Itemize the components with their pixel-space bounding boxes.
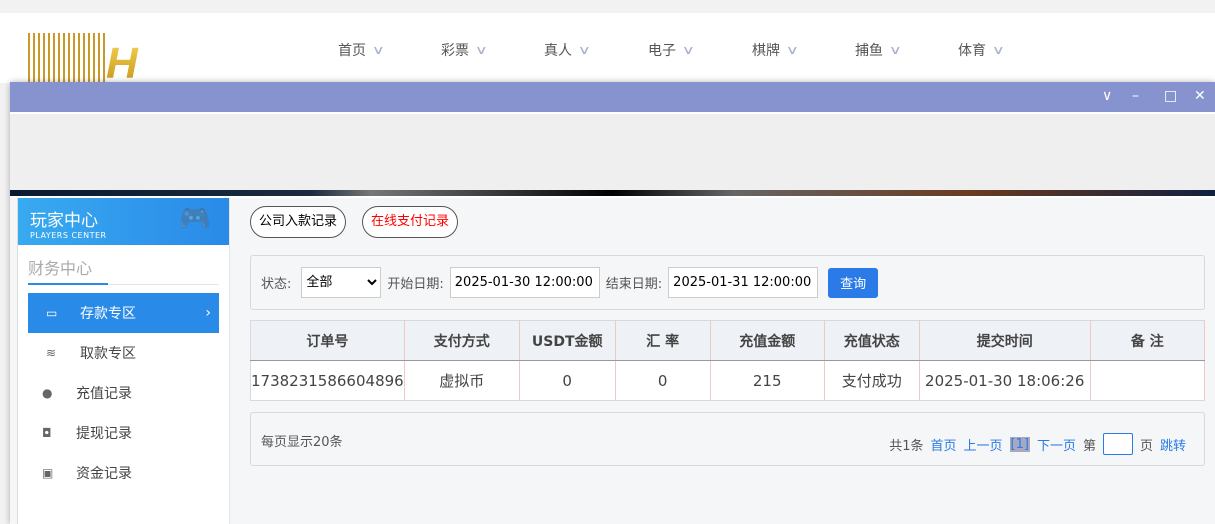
window-body: 玩家中心 PLAYERS CENTER 🎮 财务中心 ▭ 存款专区 › ≋ 取款专区 …: [10, 198, 1215, 524]
column-header: 订单号: [250, 320, 405, 361]
nav-label: 棋牌: [752, 43, 780, 59]
player-center-window: ∨ – □ ✕ 玩家中心 PLAYERS CENTER 🎮 财务中心 ▭ 存款专区…: [10, 82, 1215, 524]
money-bag-icon: ●: [42, 386, 53, 400]
exchange-rate: 0: [615, 360, 711, 401]
recharge-status: 支付成功: [824, 360, 920, 401]
nav-item-sports[interactable]: 体育 ∨: [958, 40, 1005, 60]
nav-label: 电子: [648, 43, 676, 59]
nav-label: 首页: [338, 43, 366, 59]
table-row: 1738231586604896 虚拟币 0 0 215 支付成功 2025-0…: [250, 360, 1206, 401]
chevron-right-icon: ›: [205, 305, 211, 321]
sidebar-item-label: 充值记录: [76, 386, 132, 402]
nav-item-live[interactable]: 真人 ∨: [544, 40, 591, 60]
nav-label: 彩票: [441, 43, 469, 59]
gamepad-icon: 🎮: [178, 204, 211, 234]
column-header: 提交时间: [919, 320, 1091, 361]
jump-link[interactable]: 跳转: [1160, 435, 1186, 454]
end-date-label: 结束日期:: [605, 277, 663, 292]
sidebar-item-recharge-records[interactable]: ● 充值记录: [28, 373, 219, 413]
table-header-row: 订单号 支付方式 USDT金额 汇 率 充值金额 充值状态 提交时间 备 注: [250, 320, 1206, 361]
maximize-icon[interactable]: □: [1164, 88, 1177, 104]
column-header: 汇 率: [615, 320, 711, 361]
prev-page-link[interactable]: 上一页: [964, 435, 1003, 454]
close-icon[interactable]: ✕: [1194, 88, 1206, 104]
chevron-down-icon: ∨: [888, 43, 902, 57]
minimize-icon[interactable]: –: [1132, 88, 1139, 104]
per-page-text: 每页显示20条: [261, 435, 343, 450]
current-page[interactable]: [1]: [1009, 436, 1030, 452]
total-count: 共1条: [889, 438, 924, 454]
chevron-down-icon: ∨: [991, 43, 1005, 57]
column-header: 备 注: [1090, 320, 1206, 361]
end-date-input[interactable]: [668, 267, 819, 298]
tab-online-payment-records[interactable]: 在线支付记录: [362, 206, 459, 238]
sidebar-item-fund-records[interactable]: ▣ 资金记录: [28, 453, 219, 493]
nav-item-slots[interactable]: 电子 ∨: [648, 40, 695, 60]
nav-item-fishing[interactable]: 捕鱼 ∨: [855, 40, 902, 60]
sidebar-item-label: 存款专区: [80, 306, 136, 322]
section-title: 财务中心: [28, 255, 219, 285]
nav-label: 真人: [544, 43, 572, 59]
sidebar-header: 玩家中心 PLAYERS CENTER 🎮: [18, 198, 229, 245]
page-suffix: 页: [1139, 438, 1153, 454]
card-icon: ▭: [46, 306, 58, 320]
page-prefix: 第: [1082, 438, 1096, 454]
sidebar-item-withdraw[interactable]: ≋ 取款专区: [28, 333, 219, 373]
usdt-amount: 0: [519, 360, 616, 401]
section-label: 财务中心: [28, 259, 93, 278]
recharge-amount: 215: [710, 360, 825, 401]
banner-area: [10, 112, 1215, 190]
payment-method: 虚拟币: [404, 360, 520, 401]
column-header: USDT金额: [519, 320, 616, 361]
order-number: 1738231586604896: [250, 360, 405, 401]
next-page-link[interactable]: 下一页: [1037, 435, 1076, 454]
sidebar-item-label: 取款专区: [80, 346, 136, 362]
sidebar-item-label: 提现记录: [76, 426, 132, 442]
chevron-down-icon: ∨: [681, 43, 695, 57]
sidebar-item-withdraw-records[interactable]: ◘ 提现记录: [28, 413, 219, 453]
start-date-input[interactable]: [449, 267, 600, 298]
chevron-down-icon: ∨: [577, 43, 591, 57]
site-header: H GAME 首页∨ 彩票∨ 真人∨ 电子∨ 棋牌∨ 捕鱼∨ 体育∨: [0, 13, 1215, 138]
nav-label: 捕鱼: [855, 43, 883, 59]
query-button[interactable]: 查询: [828, 267, 879, 298]
first-page-link[interactable]: 首页: [930, 435, 956, 454]
column-header: 支付方式: [404, 320, 520, 361]
page-number-input[interactable]: [1102, 433, 1133, 455]
wallet-icon: ◘: [42, 426, 52, 440]
submit-time: 2025-01-30 18:06:26: [919, 360, 1091, 401]
sidebar-item-deposit[interactable]: ▭ 存款专区 ›: [28, 293, 219, 333]
nav-item-cards[interactable]: 棋牌 ∨: [752, 40, 799, 60]
window-titlebar[interactable]: ∨ – □ ✕: [10, 82, 1215, 112]
remark: [1090, 360, 1206, 401]
column-header: 充值金额: [710, 320, 825, 361]
safe-icon: ▣: [42, 466, 54, 480]
hand-cash-icon: ≋: [46, 346, 57, 360]
nav-label: 体育: [958, 43, 986, 59]
chevron-down-icon: ∨: [474, 43, 488, 57]
sidebar: 玩家中心 PLAYERS CENTER 🎮 财务中心 ▭ 存款专区 › ≋ 取款专区 …: [17, 198, 230, 524]
nav-item-lottery[interactable]: 彩票 ∨: [441, 40, 488, 60]
pagination: 每页显示20条 共1条 首页 上一页 [1] 下一页 第 页 跳转: [250, 412, 1205, 466]
main-content: 公司入款记录 在线支付记录 状态: 全部 开始日期: 结束日期: 查询 订单号 …: [240, 198, 1215, 524]
records-table: 订单号 支付方式 USDT金额 汇 率 充值金额 充值状态 提交时间 备 注 1…: [250, 320, 1206, 401]
top-strip: [0, 0, 1215, 13]
banner-strip: [10, 190, 1215, 196]
dropdown-icon[interactable]: ∨: [1102, 88, 1112, 104]
chevron-down-icon: ∨: [371, 43, 385, 57]
sidebar-item-label: 资金记录: [76, 466, 132, 482]
status-select[interactable]: 全部: [301, 267, 382, 298]
status-label: 状态:: [261, 277, 292, 292]
column-header: 充值状态: [824, 320, 920, 361]
tab-company-deposit-records[interactable]: 公司入款记录: [250, 206, 347, 238]
nav-item-home[interactable]: 首页 ∨: [338, 40, 385, 60]
chevron-down-icon: ∨: [785, 43, 799, 57]
filter-bar: 状态: 全部 开始日期: 结束日期: 查询: [250, 255, 1205, 310]
start-date-label: 开始日期:: [387, 277, 444, 292]
